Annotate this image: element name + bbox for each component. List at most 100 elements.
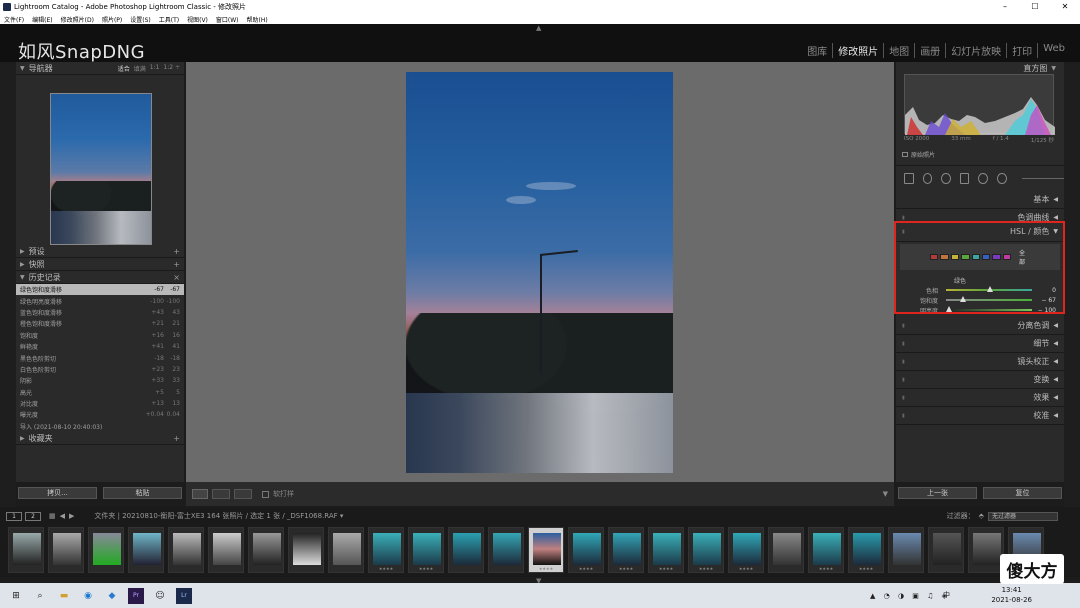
filter-dropdown[interactable]: 无过滤器 <box>988 511 1058 521</box>
switch-icon[interactable]: ▮ <box>902 341 905 347</box>
softproof-checkbox[interactable] <box>262 490 269 498</box>
crop-icon[interactable] <box>904 173 914 184</box>
zoom-1-1[interactable]: 1:1 <box>150 64 160 73</box>
switch-icon[interactable]: ▮ <box>902 215 905 221</box>
film-thumb[interactable] <box>88 527 124 573</box>
toolbar-menu-icon[interactable]: ▼ <box>883 490 888 498</box>
menu-help[interactable]: 帮助(H) <box>247 15 268 24</box>
menu-edit[interactable]: 编辑(E) <box>32 15 52 24</box>
film-thumb[interactable] <box>8 527 44 573</box>
back-arrow-icon[interactable]: ◀ <box>60 512 65 520</box>
film-thumb[interactable]: ★★★★ <box>728 527 764 573</box>
film-thumb[interactable]: ★★★★ <box>568 527 604 573</box>
history-item[interactable]: 对比度 +13 13 <box>16 398 184 409</box>
film-thumb[interactable] <box>448 527 484 573</box>
history-item[interactable]: 阴影 +33 33 <box>16 375 184 386</box>
menu-photo[interactable]: 照片(P) <box>102 15 122 24</box>
history-header[interactable]: ▼ 历史记录 × <box>16 271 184 284</box>
clear-history-icon[interactable]: × <box>173 273 180 282</box>
paste-button[interactable]: 粘贴 <box>103 487 182 499</box>
switch-icon[interactable]: ▮ <box>902 395 905 401</box>
zoom-fill[interactable]: 填满 <box>134 64 146 73</box>
histogram-graph[interactable] <box>904 74 1055 135</box>
film-thumb[interactable]: ★★★★ <box>408 527 444 573</box>
calibration-header[interactable]: ▮ 校准 ◀ <box>896 407 1064 425</box>
filter-lock-icon[interactable]: ⬘ <box>979 512 984 520</box>
module-slideshow[interactable]: 幻灯片放映 <box>945 43 1006 58</box>
ime-indicator[interactable]: 中 <box>943 590 950 600</box>
copy-button[interactable]: 拷贝... <box>18 487 97 499</box>
history-item[interactable]: 绿色明亮度滑移 -100 -100 <box>16 295 184 306</box>
zoom-fit[interactable]: 适合 <box>118 64 130 73</box>
film-thumb[interactable] <box>128 527 164 573</box>
switch-icon[interactable]: ▮ <box>902 377 905 383</box>
add-collection-icon[interactable]: + <box>173 434 180 443</box>
reset-button[interactable]: 复位 <box>983 487 1062 499</box>
film-thumb[interactable]: ★★★★ <box>648 527 684 573</box>
effects-header[interactable]: ▮ 效果 ◀ <box>896 389 1064 407</box>
transform-header[interactable]: ▮ 变换 ◀ <box>896 371 1064 389</box>
minimize-button[interactable]: – <box>990 0 1020 14</box>
before-after-icon[interactable] <box>212 489 230 499</box>
presets-header[interactable]: ▶ 预设 + <box>16 245 184 258</box>
module-book[interactable]: 画册 <box>914 43 945 58</box>
red-eye-icon[interactable] <box>941 173 951 184</box>
module-print[interactable]: 打印 <box>1006 43 1037 58</box>
taskbar-clock[interactable]: 13:41 2021-08-26 <box>991 585 1032 605</box>
film-thumb[interactable] <box>208 527 244 573</box>
module-map[interactable]: 地图 <box>883 43 914 58</box>
graduated-filter-icon[interactable] <box>959 173 970 184</box>
navigator-header[interactable]: ▼ 导航器 适合 填满 1:1 1:2 ÷ <box>16 62 184 75</box>
film-thumb[interactable]: ★★★★ <box>608 527 644 573</box>
grid-icon[interactable]: ▦ <box>49 512 56 520</box>
system-tray-icons[interactable]: ▲ ◔ ◑ ▣ ♫ ◈ <box>870 592 950 600</box>
monitor-1-icon[interactable]: 1 <box>6 511 22 521</box>
user-app-icon[interactable]: ☺ <box>152 588 168 604</box>
lightroom-taskbar-icon[interactable]: Lr <box>176 587 192 604</box>
film-thumb[interactable] <box>288 527 324 573</box>
basic-header[interactable]: 基本 ◀ <box>896 191 1064 209</box>
detail-header[interactable]: ▮ 细节 ◀ <box>896 335 1064 353</box>
vscode-icon[interactable]: ◆ <box>104 588 120 604</box>
history-item[interactable]: 蓝色饱和度滑移 +43 43 <box>16 307 184 318</box>
menu-file[interactable]: 文件(F) <box>4 15 24 24</box>
history-item[interactable]: 白色色阶剪切 +23 23 <box>16 364 184 375</box>
source-path[interactable]: 文件夹 | 20210810-衡阳-富士XE3 164 张照片 / 选定 1 张… <box>94 511 343 521</box>
spot-removal-icon[interactable] <box>922 173 933 184</box>
module-library[interactable]: 图库 <box>802 43 832 58</box>
menu-view[interactable]: 视图(V) <box>187 15 208 24</box>
loupe-view-icon[interactable] <box>192 489 208 499</box>
original-photo-toggle[interactable]: 原始照片 <box>902 150 935 159</box>
film-thumb[interactable] <box>248 527 284 573</box>
film-thumb[interactable] <box>768 527 804 573</box>
film-thumb[interactable] <box>968 527 1004 573</box>
film-thumb-selected[interactable]: ★★★★ <box>528 527 564 573</box>
previous-button[interactable]: 上一张 <box>898 487 977 499</box>
menu-tools[interactable]: 工具(T) <box>159 15 179 24</box>
add-snapshot-icon[interactable]: + <box>173 260 180 269</box>
monitor-2-icon[interactable]: 2 <box>25 511 41 521</box>
film-thumb[interactable] <box>888 527 924 573</box>
forward-arrow-icon[interactable]: ▶ <box>69 512 74 520</box>
premiere-icon[interactable]: Pr <box>128 587 144 604</box>
history-item[interactable]: 鲜艳度 +41 41 <box>16 341 184 352</box>
edge-browser-icon[interactable]: ◉ <box>80 588 96 604</box>
module-web[interactable]: Web <box>1037 43 1070 58</box>
menu-window[interactable]: 窗口(W) <box>216 15 239 24</box>
switch-icon[interactable]: ▮ <box>902 413 905 419</box>
navigator-preview[interactable] <box>16 75 184 245</box>
menu-settings[interactable]: 设置(S) <box>130 15 151 24</box>
top-panel-toggle-icon[interactable]: ▲ <box>536 24 541 32</box>
folder-icon[interactable]: ▬ <box>56 588 72 604</box>
search-icon[interactable]: ⌕ <box>32 588 48 604</box>
film-thumb[interactable]: ★★★★ <box>848 527 884 573</box>
history-item[interactable]: 曝光度 +0.04 0.04 <box>16 409 184 420</box>
history-item[interactable]: 导入 (2021-08-10 20:40:03) <box>16 421 184 432</box>
module-develop[interactable]: 修改照片 <box>832 43 883 58</box>
history-item[interactable]: 黑色色阶剪切 -18 -18 <box>16 352 184 363</box>
menu-develop[interactable]: 修改照片(D) <box>61 15 94 24</box>
windows-start-icon[interactable]: ⊞ <box>8 588 24 604</box>
brush-slider[interactable] <box>1021 178 1064 179</box>
film-thumb[interactable] <box>488 527 524 573</box>
history-item[interactable]: 饱和度 +16 16 <box>16 330 184 341</box>
